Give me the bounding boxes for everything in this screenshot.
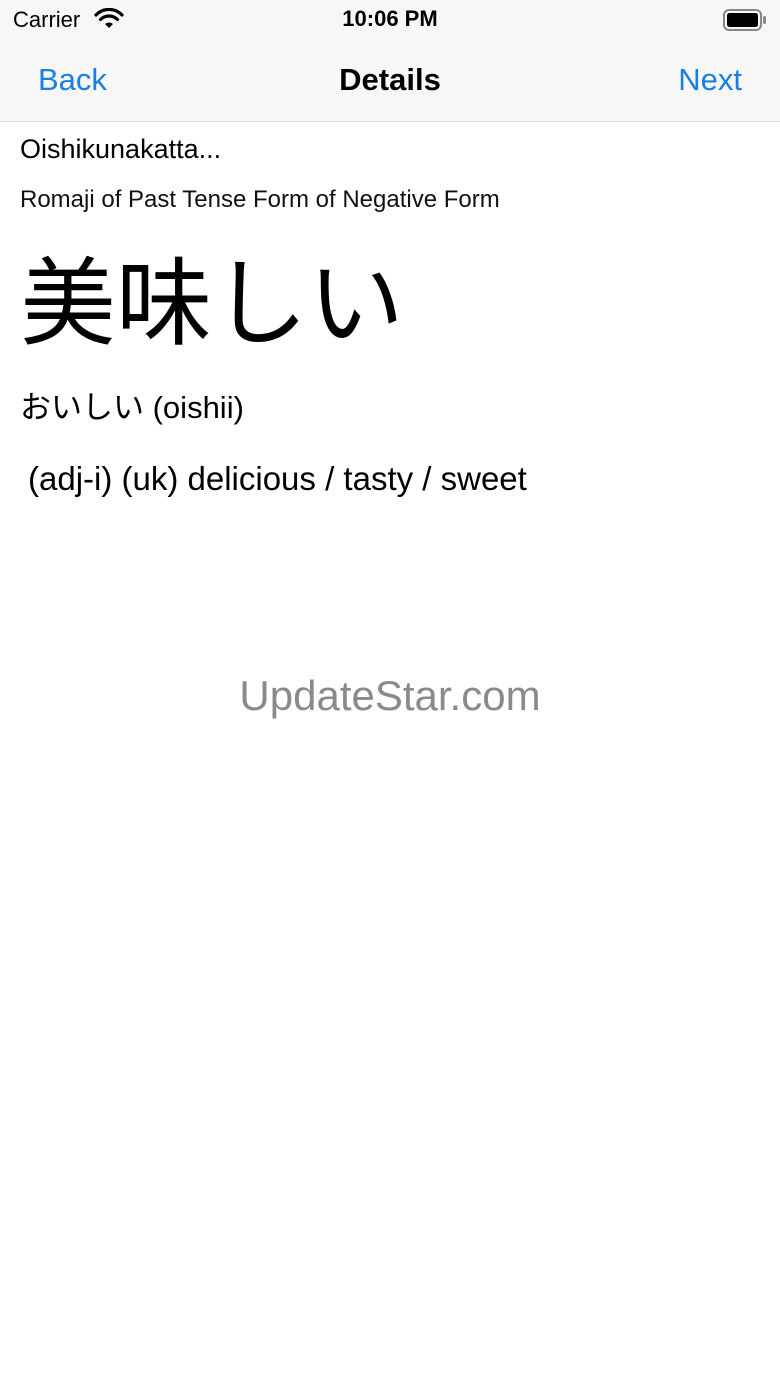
kana-reading: おいしい (oishii)	[20, 390, 244, 425]
romaji-text: Oishikunakatta...	[20, 134, 222, 164]
page-title: Details	[339, 62, 441, 97]
meaning-text: (adj-i) (uk) delicious / tasty / sweet	[28, 460, 527, 497]
status-bar: Carrier 10:06 PM	[0, 0, 780, 38]
navigation-bar: Back Details Next	[0, 38, 780, 122]
romaji-description: Romaji of Past Tense Form of Negative Fo…	[20, 186, 500, 213]
status-time: 10:06 PM	[342, 6, 438, 31]
watermark: UpdateStar.com	[239, 672, 541, 719]
kanji-heading: 美味しい	[20, 251, 404, 358]
battery-icon	[723, 9, 767, 36]
next-button[interactable]: Next	[678, 62, 742, 98]
